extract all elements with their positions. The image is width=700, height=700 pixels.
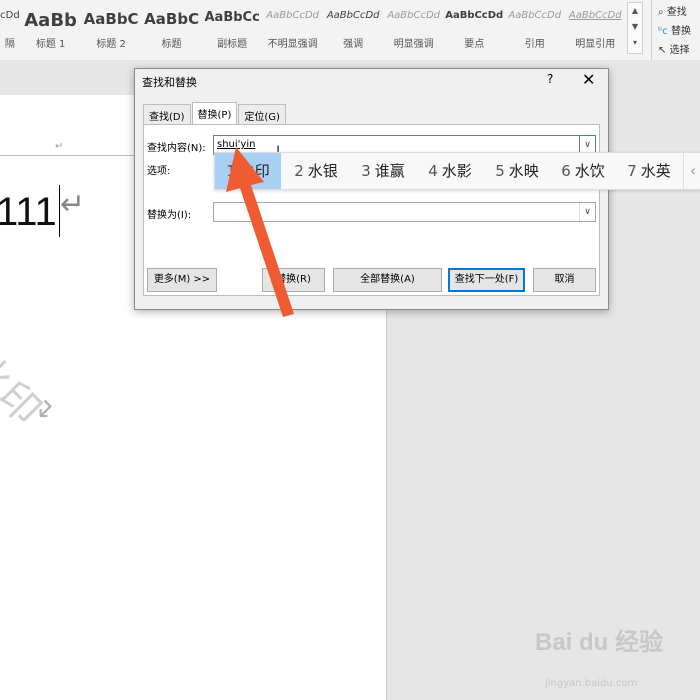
- style-sample: AaBbCcDd: [508, 10, 562, 21]
- style-sample: AaBb: [24, 10, 77, 31]
- close-icon[interactable]: ✕: [582, 70, 595, 89]
- ime-candidate-text: 谁赢: [374, 162, 405, 180]
- ime-candidate-text: 水影: [441, 162, 472, 180]
- paragraph-mark: ↵: [60, 187, 86, 222]
- styles-gallery: cDd 隔 AaBb 标题 1 AaBbC 标题 2 AaBbC 标题 AaBbCc 副标题 AaB…: [0, 2, 626, 52]
- style-name: 隔: [4, 39, 15, 50]
- replace-icon: ᵇc: [658, 26, 668, 37]
- style-gallery-item[interactable]: AaBbC 标题 2: [81, 2, 141, 50]
- ribbon: cDd 隔 AaBb 标题 1 AaBbC 标题 2 AaBbC 标题 AaBbCc 副标题 AaB…: [0, 0, 700, 61]
- ime-candidate-5[interactable]: 5 水映: [485, 153, 549, 189]
- ime-candidate-text: 水饮: [574, 162, 605, 180]
- style-sample: AaBbCcDd: [326, 10, 380, 21]
- style-sample: cDd: [0, 10, 20, 21]
- ime-prev-page-icon[interactable]: ‹: [683, 153, 700, 189]
- ime-candidate-number: 2: [294, 162, 304, 180]
- ime-candidate-text: 水银: [307, 162, 338, 180]
- help-button[interactable]: ?: [547, 72, 553, 86]
- style-gallery-item[interactable]: AaBbCc 副标题: [202, 2, 262, 50]
- tab-replace[interactable]: 替换(P): [191, 102, 238, 125]
- style-gallery-item[interactable]: cDd 隔: [0, 2, 20, 50]
- ime-candidate-number: 6: [561, 162, 571, 180]
- replace-with-input[interactable]: ∨: [213, 202, 596, 222]
- replace-button[interactable]: 替换(R): [262, 268, 325, 292]
- header-paragraph-mark: ↵: [55, 141, 64, 152]
- dialog-title: 查找和替换: [142, 76, 197, 89]
- gallery-expand-icon[interactable]: ▾: [628, 35, 642, 51]
- replace-ribbon-button[interactable]: ᵇc 替换: [658, 22, 691, 37]
- search-icon: ⌕: [658, 7, 664, 18]
- style-gallery-item[interactable]: AaBbCcDd 要点: [444, 2, 504, 50]
- style-gallery-item[interactable]: AaBb 标题 1: [21, 2, 81, 50]
- replace-with-label: 替换为(I):: [147, 210, 192, 221]
- ime-candidate-number: 3: [361, 162, 371, 180]
- gallery-scroll-up-icon[interactable]: ▲: [628, 3, 642, 19]
- ime-candidate-number: 7: [627, 162, 637, 180]
- style-sample: AaBbCcDd: [445, 10, 504, 21]
- ime-candidate-2[interactable]: 2 水银: [283, 153, 349, 189]
- style-name: 强调: [343, 39, 364, 50]
- style-name: 不明显强调: [267, 39, 318, 50]
- find-what-label: 查找内容(N):: [147, 143, 206, 154]
- find-what-value: shui'yin: [217, 139, 256, 150]
- ime-candidate-3[interactable]: 3 谁赢: [351, 153, 415, 189]
- find-ribbon-button[interactable]: ⌕ 查找: [658, 3, 687, 18]
- select-ribbon-button[interactable]: ↖ 选择: [658, 41, 690, 56]
- tab-goto[interactable]: 定位(G): [238, 104, 286, 125]
- style-sample: AaBbCcDd: [266, 10, 320, 21]
- style-sample: AaBbCc: [204, 10, 260, 25]
- tab-find[interactable]: 查找(D): [143, 104, 191, 125]
- logo-url: jingyan.baidu.com: [545, 678, 638, 689]
- style-name: 引用: [524, 39, 545, 50]
- style-sample: AaBbC: [83, 10, 139, 28]
- document-text: 111: [0, 190, 57, 234]
- dialog-tabs: 查找(D) 替换(P) 定位(G): [143, 102, 287, 125]
- editing-group: ⌕ 查找 ᵇc 替换 ↖ 选择: [655, 0, 700, 60]
- style-name: 副标题: [217, 39, 248, 50]
- ime-candidate-text: 水英: [640, 162, 671, 180]
- find-next-button[interactable]: 查找下一处(F): [448, 268, 525, 292]
- style-gallery-item[interactable]: AaBbCcDd 明显强调: [384, 2, 444, 50]
- ime-candidate-number: 4: [428, 162, 438, 180]
- style-sample: AaBbC: [144, 10, 200, 28]
- style-name: 明显引用: [575, 39, 616, 50]
- ime-candidate-bar: ‹ 1 水印 2 水银 3 谁赢 4 水影 5 水映 6 水饮 7 水英: [214, 152, 700, 190]
- style-name: 标题 1: [35, 39, 66, 50]
- ime-candidate-1[interactable]: 1 水印: [215, 153, 281, 189]
- ime-candidate-7[interactable]: 7 水英: [617, 153, 681, 189]
- ime-candidate-text: 水印: [239, 162, 270, 180]
- style-name: 要点: [464, 39, 485, 50]
- style-gallery-item[interactable]: AaBbCcDd 明显引用: [565, 2, 625, 50]
- style-gallery-item[interactable]: AaBbCcDd 引用: [505, 2, 565, 50]
- gallery-scrollbar[interactable]: ▲ ▼ ▾: [627, 2, 643, 54]
- style-gallery-item[interactable]: AaBbC 标题: [142, 2, 202, 50]
- ime-candidate-number: 5: [495, 162, 505, 180]
- more-button[interactable]: 更多(M) >>: [147, 268, 217, 292]
- gallery-scroll-down-icon[interactable]: ▼: [628, 19, 642, 35]
- cancel-button[interactable]: 取消: [533, 268, 596, 292]
- style-name: 明显强调: [393, 39, 434, 50]
- ime-candidate-text: 水映: [508, 162, 539, 180]
- style-gallery-item[interactable]: AaBbCcDd 强调: [323, 2, 383, 50]
- cursor-icon: ↖: [658, 45, 667, 56]
- style-name: 标题: [161, 39, 182, 50]
- style-sample: AaBbCcDd: [387, 10, 441, 21]
- options-label: 选项:: [147, 166, 171, 177]
- ime-candidate-4[interactable]: 4 水影: [417, 153, 483, 189]
- ime-candidate-6[interactable]: 6 水饮: [551, 153, 615, 189]
- replace-all-button[interactable]: 全部替换(A): [333, 268, 442, 292]
- style-gallery-item[interactable]: AaBbCcDd 不明显强调: [263, 2, 323, 50]
- style-name: 标题 2: [96, 39, 126, 50]
- ribbon-divider: [651, 0, 652, 60]
- baidu-jingyan-logo: Bai du 经验: [535, 629, 664, 656]
- ime-candidate-number: 1: [226, 162, 236, 180]
- chevron-down-icon[interactable]: ∨: [579, 203, 595, 221]
- style-sample: AaBbCcDd: [568, 10, 622, 21]
